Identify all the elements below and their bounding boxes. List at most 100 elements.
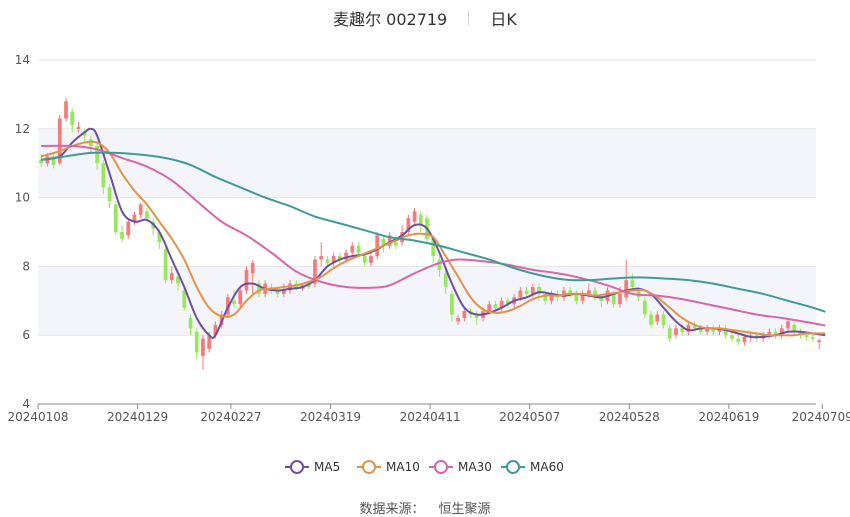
candle-body xyxy=(350,245,355,253)
y-axis: 4 6 8 10 12 14 xyxy=(15,53,30,411)
candle-body xyxy=(418,214,423,226)
x-tick-label: 20240227 xyxy=(200,410,261,424)
x-tick-label: 20240411 xyxy=(400,410,461,424)
candle-body xyxy=(817,340,821,343)
y-tick-label: 6 xyxy=(22,328,30,342)
candle-body xyxy=(244,269,249,291)
candle xyxy=(120,225,124,243)
x-tick-label: 20240319 xyxy=(300,410,361,424)
candle-body xyxy=(319,256,324,260)
candle xyxy=(163,245,168,284)
candle-body xyxy=(630,280,635,288)
candle-body xyxy=(811,336,815,339)
candle xyxy=(194,328,199,360)
candle-body xyxy=(618,293,622,305)
x-tick-label: 20240709 xyxy=(792,410,850,424)
source-label: 数据来源： xyxy=(359,502,425,517)
legend-marker xyxy=(506,460,520,474)
candle-body xyxy=(250,262,255,274)
y-tick-label: 10 xyxy=(15,191,30,205)
candle xyxy=(369,252,373,267)
source-value: 恒生聚源 xyxy=(438,502,491,517)
candle-body xyxy=(169,273,174,281)
candle-body xyxy=(101,163,106,188)
y-tick-label: 4 xyxy=(22,397,30,411)
candle-body xyxy=(394,242,398,246)
candle xyxy=(113,201,118,236)
x-tick-label: 20240129 xyxy=(107,410,168,424)
x-tick-label: 20240619 xyxy=(698,410,759,424)
candle-body xyxy=(786,321,790,329)
legend-label: MA60 xyxy=(530,460,564,474)
candle-body xyxy=(462,311,467,318)
candle-body xyxy=(138,204,143,215)
candle xyxy=(736,335,741,346)
x-tick-label: 20240108 xyxy=(7,410,68,424)
candle xyxy=(337,252,342,263)
candle-body xyxy=(674,328,678,336)
candle-body xyxy=(655,314,660,322)
data-source: 数据来源： 恒生聚源 xyxy=(0,498,850,517)
legend-item-ma10[interactable]: MA10 xyxy=(357,460,420,474)
kline-chart: 4 6 8 10 12 14 20240108 20240129 20240227 202403… xyxy=(7,53,850,474)
plot-band xyxy=(38,266,816,336)
x-tick-label: 20240528 xyxy=(599,410,660,424)
candle-body xyxy=(667,328,672,339)
legend-marker xyxy=(290,460,304,474)
candle-body xyxy=(120,232,124,239)
candle-body xyxy=(325,259,330,263)
legend-item-ma60[interactable]: MA60 xyxy=(501,460,564,474)
candle-body xyxy=(680,328,685,332)
legend-label: MA30 xyxy=(458,460,492,474)
candle-body xyxy=(145,211,149,219)
candle-body xyxy=(194,331,199,353)
candle-body xyxy=(649,314,653,325)
candle-body xyxy=(450,293,454,315)
candle-body xyxy=(736,338,741,343)
candle xyxy=(331,252,336,267)
legend-marker xyxy=(362,460,376,474)
candle-body xyxy=(375,235,380,257)
x-tick-label: 20240507 xyxy=(499,410,560,424)
candle xyxy=(375,232,380,260)
candle-body xyxy=(356,245,361,253)
candle-body xyxy=(412,211,417,222)
candle-body xyxy=(76,127,81,129)
candle-body xyxy=(611,293,616,305)
candle xyxy=(817,338,821,349)
candle-body xyxy=(70,111,75,126)
candle-body xyxy=(188,318,193,329)
candle xyxy=(107,183,112,208)
candle xyxy=(64,97,68,122)
candle xyxy=(244,266,249,294)
candle xyxy=(201,335,205,370)
candle xyxy=(126,218,131,239)
candle-body xyxy=(730,335,734,339)
candle-body xyxy=(493,304,498,308)
candle-body xyxy=(107,187,112,202)
chart-root: 麦趣尔 002719 日K 4 6 8 10 12 14 20240108 20240129… xyxy=(0,0,850,517)
candle-body xyxy=(518,290,523,298)
legend-label: MA5 xyxy=(314,460,340,474)
candle-body xyxy=(369,256,373,263)
candle-body xyxy=(113,204,118,232)
y-tick-label: 14 xyxy=(15,53,30,67)
candle-body xyxy=(642,300,647,315)
candle xyxy=(356,242,361,257)
legend-item-ma5[interactable]: MA5 xyxy=(285,460,340,474)
candle xyxy=(811,335,815,343)
candle-body xyxy=(163,249,168,281)
y-tick-label: 12 xyxy=(15,122,30,136)
candle-body xyxy=(126,221,131,236)
candle xyxy=(412,207,417,226)
candle-body xyxy=(456,318,460,322)
candle-body xyxy=(437,259,442,270)
legend-label: MA10 xyxy=(386,460,420,474)
candle-body xyxy=(624,280,629,298)
candle-body xyxy=(362,256,367,263)
candle xyxy=(319,242,324,267)
candle-body xyxy=(238,290,243,305)
candle-body xyxy=(232,300,236,305)
legend[interactable]: MA5 MA10 MA30 MA60 xyxy=(285,460,564,474)
legend-item-ma30[interactable]: MA30 xyxy=(429,460,492,474)
